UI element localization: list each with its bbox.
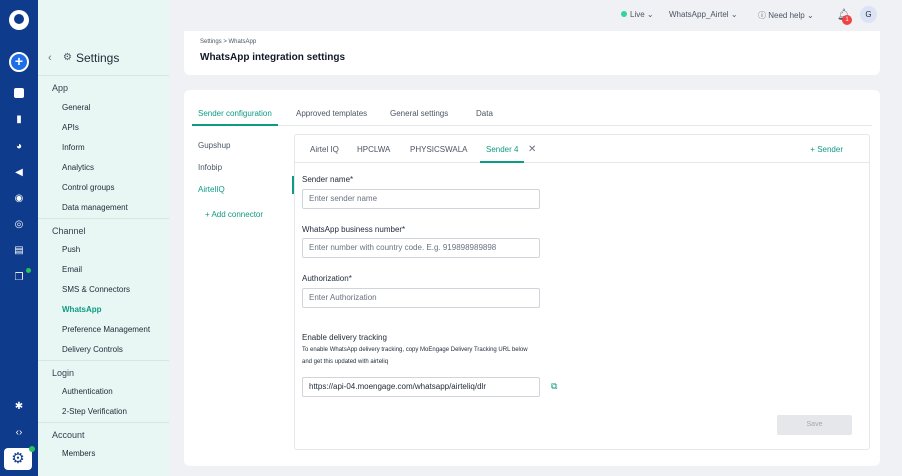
sidebar-item-delivery-controls[interactable]: Delivery Controls [38,340,169,360]
help-menu[interactable]: ⓘ Need help ⌄ [758,10,814,21]
sidebar-item-authentication[interactable]: Authentication [38,382,169,402]
section-account: Account [38,422,169,444]
sender-tab-airtel-iq[interactable]: Airtel IQ [310,145,339,163]
workspace-selector[interactable]: WhatsApp_Airtel ⌄ [669,10,738,19]
sidebar-item-sms-connectors[interactable]: SMS & Connectors [38,280,169,300]
sender-tab-physicswala[interactable]: PHYSICSWALA [410,145,468,163]
pie-chart-icon[interactable]: ◕ [13,141,25,152]
sidebar-item-email[interactable]: Email [38,260,169,280]
help-label: Need help [768,11,805,20]
connector-list: Gupshup Infobip AirtelIQ + Add connector [192,134,294,450]
notification-badge: 1 [842,15,852,25]
logo-icon[interactable] [9,10,29,30]
sender-tabs: Airtel IQ HPCLWA PHYSICSWALA Sender 4 ✕ … [295,135,869,163]
sender-name-label: Sender name* [302,175,354,184]
sidebar-item-members[interactable]: Members [38,444,169,464]
sender-tab-sender-4[interactable]: Sender 4 [480,145,525,163]
sidebar-item-apis[interactable]: APIs [38,118,169,138]
sidebar-item-preference-management[interactable]: Preference Management [38,320,169,340]
environment-label: Live [630,10,645,19]
add-sender-button[interactable]: + Sender [810,145,843,154]
sidebar-title: Settings [76,51,120,65]
authorization-input[interactable]: Enter Authorization [302,288,540,308]
page-header: Settings > WhatsApp WhatsApp integration… [184,31,880,75]
avatar[interactable]: G [860,6,877,23]
delivery-tracking-help: To enable WhatsApp delivery tracking, co… [302,347,528,353]
business-number-label: WhatsApp business number* [302,225,406,234]
chevron-down-icon: ⌄ [646,10,654,19]
bar-chart-icon[interactable]: ▮ [13,114,25,125]
environment-selector[interactable]: Live ⌄ [621,10,654,19]
tab-general-settings[interactable]: General settings [384,109,454,126]
breadcrumb[interactable]: Settings > WhatsApp [200,39,256,45]
code-icon[interactable]: ‹› [13,427,25,438]
top-bar: Live ⌄ WhatsApp_Airtel ⌄ ⓘ Need help ⌄ 🔔… [169,0,902,32]
help-icon: ⓘ [758,11,766,20]
settings-card: Sender configuration Approved templates … [184,90,880,466]
workspace-label: WhatsApp_Airtel [669,10,729,19]
add-connector-button[interactable]: + Add connector [205,210,263,219]
connector-infobip[interactable]: Infobip [198,163,222,172]
section-app: App [52,83,69,93]
page-title: WhatsApp integration settings [200,52,345,63]
chat-icon[interactable]: ◎ [13,219,25,230]
section-login: Login [38,360,169,382]
delivery-tracking-help-2: and get this updated with airteliq [302,359,389,365]
settings-tabs: Sender configuration Approved templates … [192,108,872,126]
dashboard-icon[interactable] [14,88,24,98]
document-icon[interactable]: ▤ [13,245,25,256]
authorization-label: Authorization* [302,274,352,283]
user-icon[interactable]: ◉ [13,193,25,204]
business-number-input[interactable]: Enter number with country code. E.g. 919… [302,238,540,258]
status-dot [26,268,31,273]
sidebar-item-2-step-verification[interactable]: 2-Step Verification [38,402,169,422]
sender-name-input[interactable]: Enter sender name [302,189,540,209]
copy-icon[interactable]: ⧉ [551,381,557,392]
tab-approved-templates[interactable]: Approved templates [290,109,373,126]
connector-airteliq[interactable]: AirtelIQ [198,185,225,194]
settings-sidebar: ‹ ⚙ Settings App General APIs Inform Ana… [38,0,169,476]
back-chevron-icon[interactable]: ‹ [48,52,52,64]
delivery-tracking-label: Enable delivery tracking [302,333,387,342]
section-channel: Channel [38,218,169,240]
live-status-dot [621,11,627,17]
sender-panel: Airtel IQ HPCLWA PHYSICSWALA Sender 4 ✕ … [294,134,870,450]
sidebar-item-whatsapp[interactable]: WhatsApp [38,300,169,320]
chevron-down-icon: ⌄ [806,11,814,20]
save-button[interactable]: Save [777,415,852,435]
megaphone-icon[interactable]: ◀ [13,167,25,178]
connector-gupshup[interactable]: Gupshup [198,141,230,150]
settings-icon[interactable]: ⚙ [4,446,35,470]
tab-data[interactable]: Data [470,109,499,126]
sidebar-item-data-management[interactable]: Data management [38,198,169,218]
sender-tab-hpclwa[interactable]: HPCLWA [357,145,390,163]
layers-icon[interactable]: ❐ [13,272,25,283]
sidebar-item-push[interactable]: Push [38,240,169,260]
chevron-down-icon: ⌄ [730,10,738,19]
gear-icon: ⚙ [63,52,72,63]
sidebar-header: ‹ ⚙ Settings [38,0,169,76]
sidebar-item-inform[interactable]: Inform [38,138,169,158]
left-rail: + ▮ ◕ ◀ ◉ ◎ ▤ ❐ ✱ ‹› ⚙ [0,0,38,476]
bug-icon[interactable]: ✱ [13,401,25,412]
settings-status-dot [29,446,35,452]
tab-sender-configuration[interactable]: Sender configuration [192,109,278,126]
close-icon[interactable]: ✕ [528,144,536,155]
tracking-url-field[interactable]: https://api-04.moengage.com/whatsapp/air… [302,377,540,397]
sidebar-item-general[interactable]: General [38,98,169,118]
sidebar-item-control-groups[interactable]: Control groups [38,178,169,198]
add-icon[interactable]: + [9,52,29,72]
sidebar-item-analytics[interactable]: Analytics [38,158,169,178]
